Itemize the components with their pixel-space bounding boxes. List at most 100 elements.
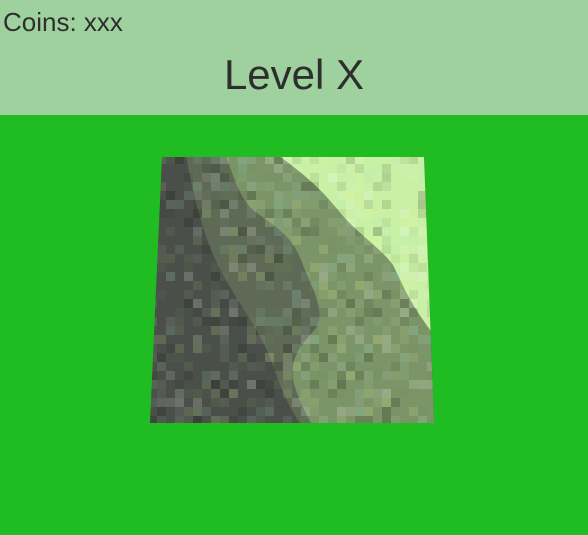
terrain-pixel — [184, 218, 193, 227]
terrain-pixel — [400, 218, 409, 227]
terrain-pixel — [202, 200, 211, 209]
terrain-pixel — [337, 281, 346, 290]
terrain-pixel — [427, 362, 434, 371]
terrain-pixel — [184, 416, 193, 423]
terrain-pixel — [265, 281, 274, 290]
terrain-pixel — [355, 353, 364, 362]
terrain-pixel — [427, 371, 434, 380]
terrain-pixel — [220, 218, 229, 227]
terrain-pixel — [265, 398, 274, 407]
terrain-pixel — [436, 362, 438, 371]
terrain-pixel — [310, 380, 319, 389]
terrain-pixel — [220, 344, 229, 353]
terrain-pixel — [328, 173, 337, 182]
terrain-pixel — [337, 209, 346, 218]
terrain-pixel — [436, 371, 438, 380]
terrain-pixel — [229, 380, 238, 389]
terrain-pixel — [337, 335, 346, 344]
terrain-pixel — [346, 299, 355, 308]
terrain-pixel — [391, 254, 400, 263]
terrain-pixel — [220, 182, 229, 191]
terrain-pixel — [193, 254, 202, 263]
terrain-pixel — [202, 173, 211, 182]
terrain-pixel — [382, 173, 391, 182]
terrain-pixel — [220, 326, 229, 335]
terrain-pixel — [400, 299, 409, 308]
terrain-pixel — [175, 353, 184, 362]
terrain-pixel — [211, 371, 220, 380]
terrain-pixel — [283, 173, 292, 182]
terrain-pixel — [211, 173, 220, 182]
terrain-pixel — [193, 200, 202, 209]
terrain-pixel — [400, 389, 409, 398]
terrain-pixel — [150, 236, 157, 245]
terrain-pixel — [175, 200, 184, 209]
terrain-pixel — [247, 227, 256, 236]
terrain-pixel — [256, 209, 265, 218]
terrain-pixel — [355, 182, 364, 191]
terrain-pixel — [310, 157, 319, 164]
terrain-pixel — [292, 317, 301, 326]
terrain-pixel — [265, 272, 274, 281]
terrain-pixel — [301, 389, 310, 398]
terrain-pixel — [427, 173, 434, 182]
terrain-pixel — [247, 164, 256, 173]
terrain-pixel — [436, 227, 438, 236]
terrain-pixel — [418, 245, 427, 254]
terrain-pixel — [409, 353, 418, 362]
terrain-pixel — [418, 263, 427, 272]
coins-counter: Coins: xxx — [3, 7, 123, 37]
terrain-pixel — [211, 290, 220, 299]
terrain-pixel — [202, 407, 211, 416]
terrain-pixel — [337, 407, 346, 416]
terrain-pixel — [427, 281, 434, 290]
terrain-pixel — [274, 263, 283, 272]
terrain-pixel — [346, 425, 355, 427]
terrain-pixel — [418, 290, 427, 299]
terrain-pixel — [436, 281, 438, 290]
terrain-pixel — [150, 416, 157, 423]
terrain-pixel — [355, 407, 364, 416]
terrain-pixel — [229, 182, 238, 191]
terrain-pixel — [301, 272, 310, 281]
level-title: Level X — [223, 51, 365, 98]
terrain-pixel — [211, 281, 220, 290]
terrain-pixel — [292, 209, 301, 218]
terrain-pixel — [238, 353, 247, 362]
terrain-pixel — [427, 157, 434, 164]
terrain-pixel — [436, 344, 438, 353]
terrain-pixel — [409, 173, 418, 182]
terrain-pixel — [193, 389, 202, 398]
terrain-pixel — [382, 272, 391, 281]
terrain-pixel — [337, 263, 346, 272]
terrain-pixel — [400, 281, 409, 290]
terrain-tile[interactable] — [148, 155, 438, 427]
terrain-pixel — [256, 245, 265, 254]
terrain-pixel — [364, 416, 373, 423]
terrain-pixel — [400, 326, 409, 335]
terrain-pixel — [328, 326, 337, 335]
terrain-pixel — [301, 308, 310, 317]
terrain-pixel — [157, 416, 166, 423]
terrain-pixel — [238, 263, 247, 272]
terrain-pixel — [157, 200, 166, 209]
terrain-pixel — [283, 218, 292, 227]
terrain-pixel — [211, 200, 220, 209]
terrain-pixel — [427, 335, 434, 344]
terrain-pixel — [274, 380, 283, 389]
terrain-pixel — [382, 371, 391, 380]
terrain-pixel — [337, 290, 346, 299]
terrain-pixel — [265, 254, 274, 263]
terrain-pixel — [175, 380, 184, 389]
terrain-pixel — [157, 353, 166, 362]
terrain-pixel — [346, 353, 355, 362]
terrain-pixel — [166, 191, 175, 200]
terrain-pixel — [373, 389, 382, 398]
terrain-pixel — [301, 200, 310, 209]
terrain-pixel — [175, 344, 184, 353]
terrain-pixel — [310, 218, 319, 227]
terrain-pixel — [382, 164, 391, 173]
terrain-pixel — [319, 272, 328, 281]
playfield[interactable] — [0, 115, 588, 535]
terrain-pixel — [310, 407, 319, 416]
